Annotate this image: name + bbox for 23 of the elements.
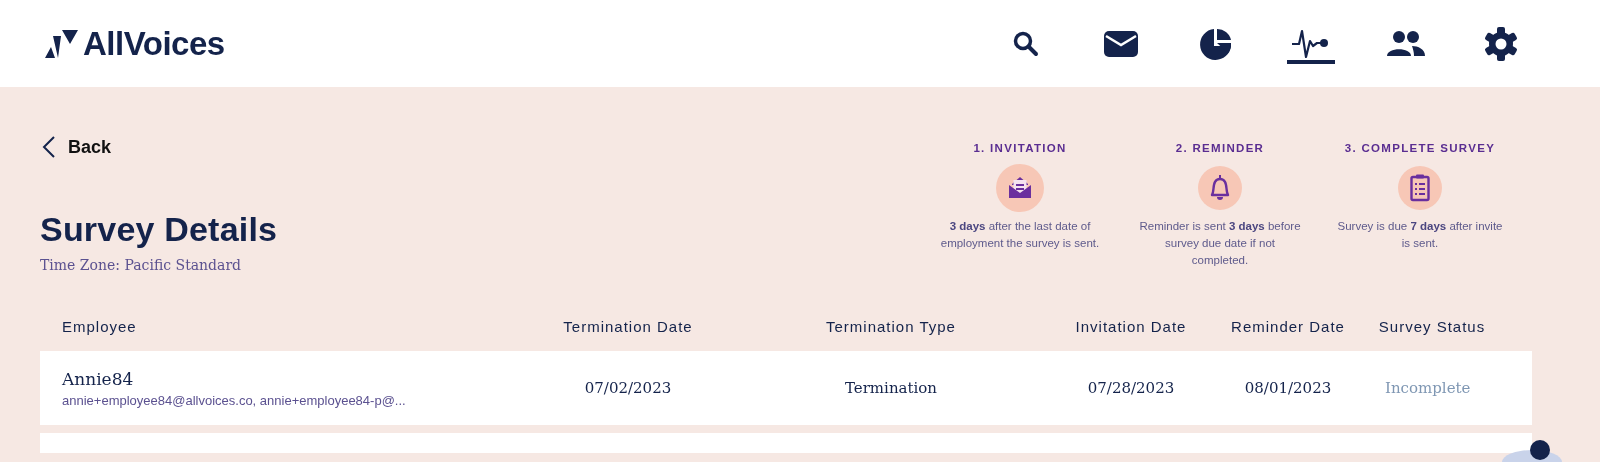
employee-emails: annie+employee84@allvoices.co, annie+employee84-p@... — [62, 392, 407, 409]
step-label: 3. COMPLETE SURVEY — [1344, 141, 1496, 156]
column-header: Reminder Date — [1230, 317, 1346, 336]
table-cell-text: 08/01/2023 — [1243, 379, 1333, 397]
step-description: 3 days after the last date of employment the survey is sent. — [939, 219, 1101, 251]
step-description: Survey is due 7 days after invite is sent. — [1337, 219, 1503, 251]
back-button[interactable]: Back — [42, 135, 112, 159]
column-header: Invitation Date — [1074, 317, 1188, 336]
time-zone-text: Time Zone: Pacific Standard — [40, 256, 243, 274]
employee-name: Annie84 — [62, 367, 135, 390]
column-header: Employee — [61, 317, 138, 336]
page-title: Survey Details — [40, 209, 278, 250]
step-label: 2. REMINDER — [1175, 141, 1265, 156]
table-cell-text: 07/02/2023 — [583, 379, 673, 397]
step-label: 1. INVITATION — [973, 141, 1067, 156]
column-header: Survey Status — [1377, 317, 1487, 336]
column-header: Termination Date — [562, 317, 694, 336]
status-text: Incomplete — [1384, 379, 1472, 397]
table-cell-text: Termination — [844, 379, 938, 397]
step-description: Reminder is sent 3 days before survey due date if not completed. — [1138, 219, 1302, 268]
column-header: Termination Type — [825, 317, 957, 336]
logo-text: AllVoices — [83, 24, 225, 63]
table-cell-text: 07/28/2023 — [1086, 379, 1176, 397]
